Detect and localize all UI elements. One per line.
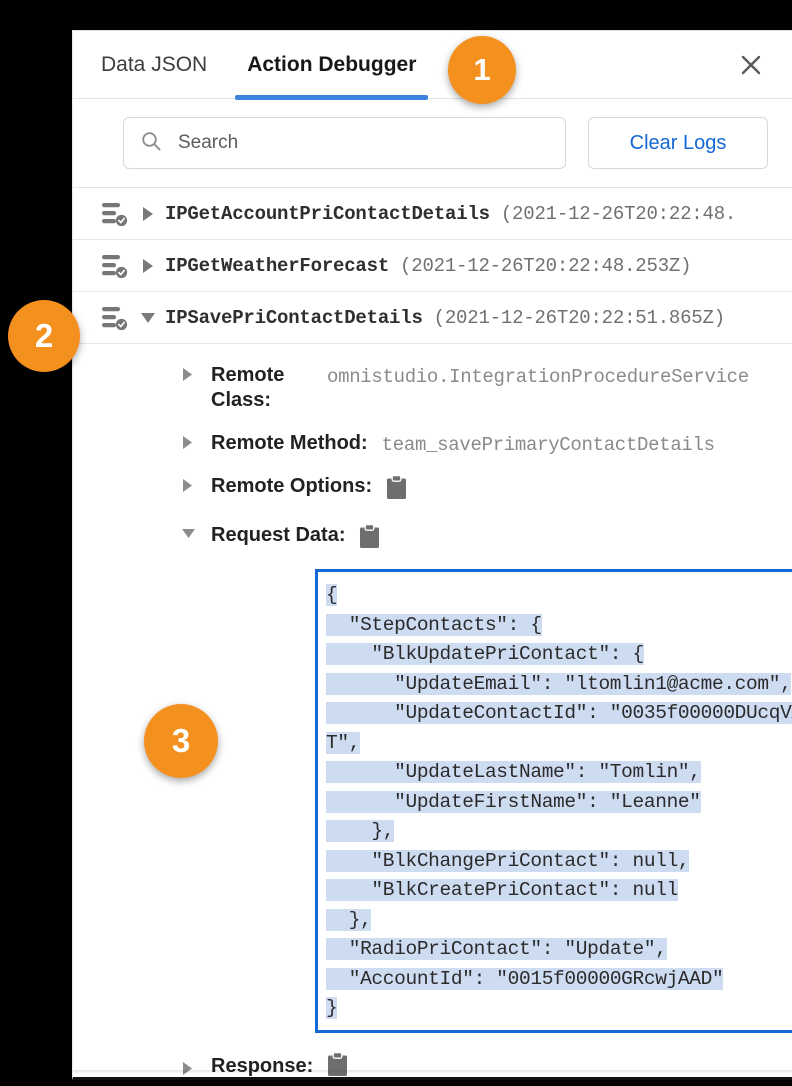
expand-caret-icon[interactable] bbox=[181, 474, 211, 493]
log-name: IPSavePriContactDetails bbox=[165, 306, 423, 329]
log-row-ipgetweatherforecast[interactable]: IPGetWeatherForecast (2021-12-26T20:22:4… bbox=[73, 240, 792, 292]
action-debugger-panel: Data JSON Action Debugger Clear Logs bbox=[72, 30, 792, 1080]
remote-class-value: omnistudio.IntegrationProcedureService bbox=[327, 366, 749, 388]
response-label: Response: bbox=[211, 1055, 314, 1077]
remote-method-label: Remote Method: bbox=[211, 432, 368, 454]
copy-clipboard-icon[interactable] bbox=[327, 1051, 348, 1077]
log-entry-icon bbox=[101, 253, 131, 279]
tab-data-json[interactable]: Data JSON bbox=[101, 31, 207, 99]
callout-badge-1: 1 bbox=[448, 36, 516, 104]
close-icon[interactable] bbox=[734, 48, 768, 82]
request-data-label: Request Data: bbox=[211, 524, 346, 546]
expand-caret-icon[interactable] bbox=[131, 206, 165, 222]
detail-row-remote-options: Remote Options: bbox=[73, 465, 792, 514]
log-timestamp: (2021-12-26T20:22:48. bbox=[500, 202, 737, 225]
callout-badge-2: 2 bbox=[8, 300, 80, 372]
callout-badge-3: 3 bbox=[144, 704, 218, 778]
expand-caret-icon[interactable] bbox=[181, 431, 211, 450]
detail-row-response: Response: bbox=[73, 1033, 792, 1077]
log-timestamp: (2021-12-26T20:22:51.865Z) bbox=[433, 306, 725, 329]
expand-caret-icon[interactable] bbox=[131, 258, 165, 274]
search-icon bbox=[140, 130, 162, 157]
expand-caret-icon[interactable] bbox=[181, 1057, 211, 1076]
detail-row-remote-class: Remote Class: omnistudio.IntegrationProc… bbox=[73, 354, 792, 422]
detail-row-request-data: Request Data: bbox=[73, 514, 792, 563]
remote-class-label: Remote Class: bbox=[211, 364, 285, 411]
log-row-ipsavepricontactdetails[interactable]: IPSavePriContactDetails (2021-12-26T20:2… bbox=[73, 292, 792, 344]
search-toolbar: Clear Logs bbox=[73, 99, 792, 188]
copy-clipboard-icon[interactable] bbox=[386, 474, 407, 505]
copy-clipboard-icon[interactable] bbox=[359, 523, 380, 554]
remote-options-label: Remote Options: bbox=[211, 475, 373, 497]
request-data-textarea[interactable]: { "StepContacts": { "BlkUpdatePriContact… bbox=[315, 569, 792, 1033]
search-input[interactable] bbox=[176, 131, 549, 155]
log-name: IPGetWeatherForecast bbox=[165, 254, 390, 277]
tab-action-debugger[interactable]: Action Debugger bbox=[235, 31, 429, 100]
search-field-wrapper[interactable] bbox=[123, 117, 566, 169]
log-name: IPGetAccountPriContactDetails bbox=[165, 202, 490, 225]
log-entry-icon bbox=[101, 201, 131, 227]
expand-caret-icon[interactable] bbox=[181, 363, 211, 382]
collapse-caret-icon[interactable] bbox=[131, 311, 165, 325]
remote-method-value: team_savePrimaryContactDetails bbox=[381, 434, 715, 456]
detail-row-remote-method: Remote Method: team_savePrimaryContactDe… bbox=[73, 422, 792, 465]
log-timestamp: (2021-12-26T20:22:48.253Z) bbox=[400, 254, 692, 277]
request-data-text[interactable]: { "StepContacts": { "BlkUpdatePriContact… bbox=[318, 572, 792, 1030]
panel-tabbar: Data JSON Action Debugger bbox=[73, 31, 792, 100]
clear-logs-button[interactable]: Clear Logs bbox=[588, 117, 768, 169]
log-entry-icon bbox=[101, 305, 131, 331]
log-row-ipgetaccountpricontactdetails[interactable]: IPGetAccountPriContactDetails (2021-12-2… bbox=[73, 188, 792, 240]
collapse-caret-icon[interactable] bbox=[181, 523, 211, 540]
